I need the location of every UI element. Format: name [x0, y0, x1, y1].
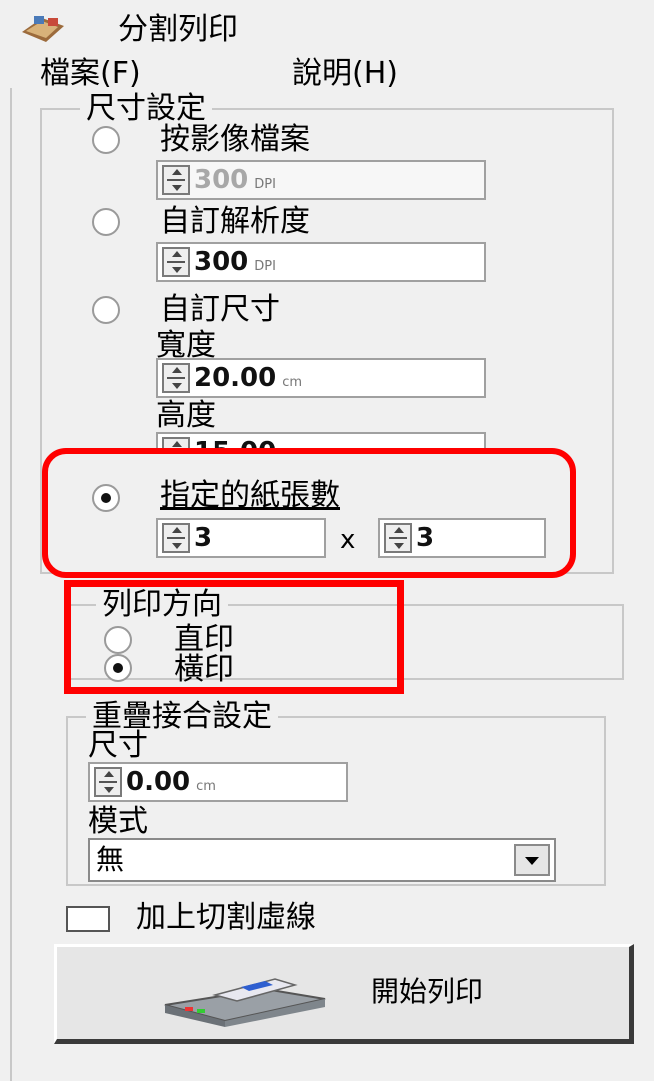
spin-arrows-icon[interactable] — [162, 363, 190, 393]
spin-arrows-icon[interactable] — [162, 247, 190, 277]
label-overlap-size: 尺寸 — [88, 728, 148, 763]
radio-portrait[interactable] — [104, 626, 132, 654]
width-unit: cm — [282, 374, 303, 390]
dpi-spinbox-image[interactable]: 300 DPI — [156, 160, 486, 200]
width-spinbox[interactable]: 20.00 cm — [156, 358, 486, 398]
label-height: 高度 — [156, 398, 216, 433]
spin-arrows-icon[interactable] — [162, 523, 190, 553]
chevron-down-icon[interactable] — [514, 844, 550, 876]
spin-arrows-icon[interactable] — [384, 523, 412, 553]
label-cut-lines: 加上切割虛線 — [136, 900, 316, 935]
menu-file[interactable]: 檔案(F) — [40, 56, 141, 92]
spin-arrows-icon[interactable] — [162, 165, 190, 195]
dpi-value: 300 — [194, 247, 249, 277]
cut-lines-checkbox[interactable] — [66, 906, 110, 932]
dpi-spinbox-custom[interactable]: 300 DPI — [156, 242, 486, 282]
radio-custom-resolution[interactable] — [92, 208, 120, 236]
label-mode: 模式 — [88, 804, 148, 839]
dpi-unit: DPI — [254, 258, 276, 274]
label-paper-count: 指定的紙張數 — [160, 478, 340, 513]
app-icon — [20, 14, 70, 44]
start-print-button[interactable]: 開始列印 — [54, 944, 634, 1044]
overlap-size-value: 0.00 — [126, 767, 191, 797]
times-symbol: x — [340, 525, 356, 555]
width-value: 20.00 — [194, 363, 277, 393]
radio-by-image-file[interactable] — [92, 126, 120, 154]
radio-landscape[interactable] — [104, 654, 132, 682]
label-landscape: 橫印 — [174, 652, 234, 687]
label-by-image-file: 按影像檔案 — [160, 122, 310, 157]
paper-cols-value: 3 — [194, 523, 213, 553]
menu-help[interactable]: 說明(H) — [292, 56, 398, 92]
dpi-unit: DPI — [254, 176, 276, 192]
overlap-size-spinbox[interactable]: 0.00 cm — [88, 762, 348, 802]
dpi-value: 300 — [194, 165, 249, 195]
radio-paper-count[interactable] — [92, 484, 120, 512]
printer-icon — [145, 965, 345, 1029]
label-custom-resolution: 自訂解析度 — [160, 204, 310, 239]
paper-cols-spinbox[interactable]: 3 — [156, 518, 326, 558]
label-custom-size: 自訂尺寸 — [160, 292, 280, 327]
window-title: 分割列印 — [118, 12, 238, 47]
size-settings-title: 尺寸設定 — [80, 92, 212, 126]
start-print-label: 開始列印 — [371, 975, 484, 1008]
mode-select[interactable]: 無 — [88, 838, 556, 882]
paper-rows-value: 3 — [416, 523, 435, 553]
overlap-size-unit: cm — [196, 778, 216, 794]
mode-select-value: 無 — [96, 843, 125, 876]
paper-rows-spinbox[interactable]: 3 — [378, 518, 546, 558]
orientation-title: 列印方向 — [96, 588, 228, 622]
spin-arrows-icon[interactable] — [94, 767, 122, 797]
radio-custom-size[interactable] — [92, 296, 120, 324]
